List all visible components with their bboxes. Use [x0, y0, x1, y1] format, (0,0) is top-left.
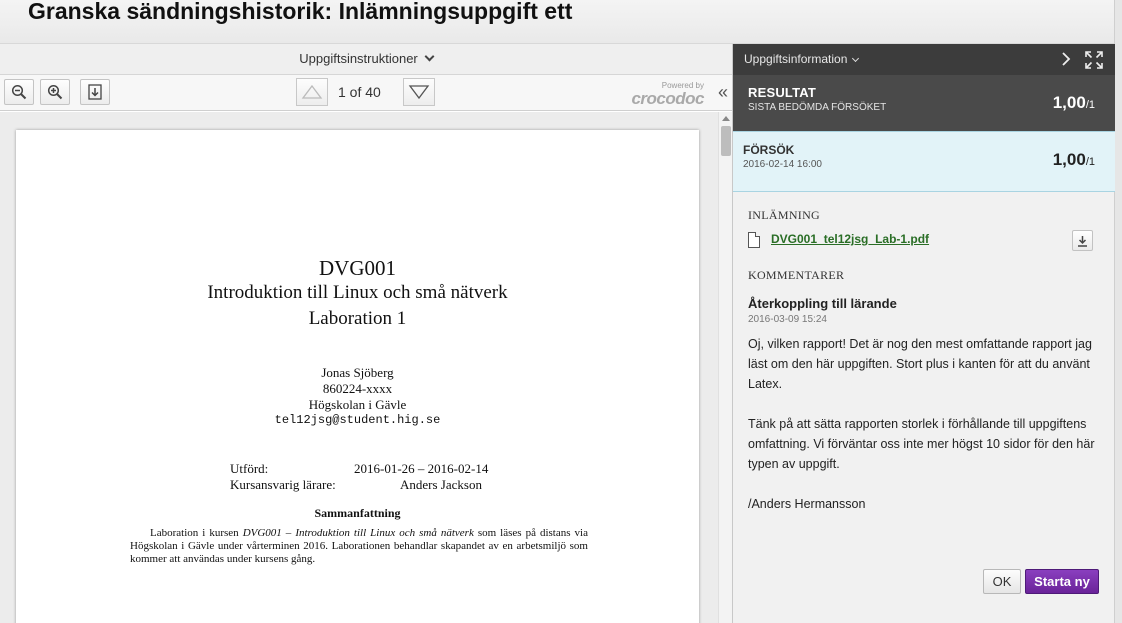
feedback-title: Återkoppling till lärande	[748, 296, 897, 311]
scroll-thumb[interactable]	[721, 126, 731, 156]
scroll-up-icon[interactable]	[722, 116, 730, 121]
doc-email: tel12jsg@student.hig.se	[274, 413, 441, 427]
chevron-right-icon[interactable]	[1059, 52, 1073, 66]
collapse-panel-button[interactable]: «	[713, 79, 733, 107]
instructions-toggle[interactable]: Uppgiftsinstruktioner	[0, 44, 732, 75]
attempt-grade-denominator: /1	[1085, 156, 1095, 168]
start-new-button[interactable]: Starta ny	[1025, 569, 1099, 594]
submission-file: DVG001_tel12jsg_Lab-1.pdf	[748, 230, 1098, 252]
document-page: DVG001 Introduktion till Linux och små n…	[16, 130, 699, 623]
app-root: Granska sändningshistorik: Inlämningsupp…	[0, 0, 1122, 623]
zoom-in-button[interactable]	[40, 79, 70, 105]
instructions-label: Uppgiftsinstruktioner	[299, 51, 418, 66]
viewer-toolbar: 1 of 40 Powered by crocodoc	[0, 75, 732, 111]
doc-abstract: Laboration i kursen DVG001 – Introduktio…	[130, 527, 588, 566]
attempt-date: 2016-02-14 16:00	[743, 159, 822, 170]
doc-lab-title: Laboration 1	[308, 308, 407, 329]
document-area: DVG001 Introduktion till Linux och små n…	[0, 112, 718, 623]
download-icon	[1078, 235, 1087, 247]
zoom-out-icon	[11, 84, 27, 100]
result-summary: RESULTAT SISTA BEDÖMDA FÖRSÖKET 1,00/1	[733, 75, 1115, 131]
result-grade: 1,00/1	[1053, 93, 1095, 113]
doc-performed-value: 2016-01-26 – 2016-02-14	[354, 461, 489, 476]
chevron-down-icon	[852, 54, 860, 63]
doc-teacher-value: Anders Jackson	[400, 477, 482, 492]
feedback-date: 2016-03-09 15:24	[748, 314, 827, 325]
doc-abstract-title: Sammanfattning	[314, 506, 401, 520]
doc-course-code: DVG001	[319, 256, 396, 280]
info-panel: Uppgiftsinformation RESULTAT SISTA BEDÖM…	[732, 44, 1115, 623]
doc-course-name: Introduktion till Linux och små nätverk	[207, 282, 508, 303]
prev-page-icon	[301, 84, 323, 99]
doc-performed-label: Utförd:	[230, 461, 269, 476]
chevron-down-icon	[424, 51, 435, 62]
page-indicator: 1 of 40	[338, 84, 381, 100]
doc-personal-id: 860224-xxxx	[322, 381, 393, 396]
attempt-row[interactable]: FÖRSÖK 2016-02-14 16:00 1,00/1	[733, 131, 1115, 192]
result-subtitle: SISTA BEDÖMDA FÖRSÖKET	[748, 102, 887, 113]
download-document-button[interactable]	[80, 79, 110, 105]
prev-page-button[interactable]	[296, 78, 328, 106]
attempt-grade: 1,00/1	[1053, 150, 1095, 170]
ok-button[interactable]: OK	[983, 569, 1021, 594]
abstract-pre: Laboration i kursen	[150, 527, 243, 539]
crocodoc-logo: Powered by crocodoc	[620, 81, 704, 108]
document-scrollbar[interactable]	[718, 112, 732, 623]
attempt-grade-value: 1,00	[1052, 150, 1086, 169]
result-title: RESULTAT	[748, 85, 817, 100]
info-panel-toggle[interactable]: Uppgiftsinformation	[744, 52, 860, 66]
feedback-paragraph-2: Tänk på att sätta rapporten storlek i fö…	[748, 417, 1095, 471]
result-grade-value: 1,00	[1052, 93, 1086, 112]
feedback-signature: /Anders Hermansson	[748, 497, 866, 511]
abstract-course: DVG001 – Introduktion till Linux och små…	[242, 527, 474, 539]
doc-author: Jonas Sjöberg	[321, 365, 394, 380]
crocodoc-brand: crocodoc	[631, 89, 704, 108]
next-page-button[interactable]	[403, 78, 435, 106]
page-scrollbar[interactable]	[1114, 0, 1122, 623]
file-icon	[748, 232, 760, 248]
attempt-title: FÖRSÖK	[743, 143, 795, 157]
title-bar: Granska sändningshistorik: Inlämningsupp…	[0, 0, 1114, 44]
download-file-button[interactable]	[1072, 230, 1093, 251]
result-grade-denominator: /1	[1085, 99, 1095, 111]
info-panel-title: Uppgiftsinformation	[744, 52, 848, 66]
fullscreen-icon[interactable]	[1085, 51, 1103, 69]
zoom-in-icon	[47, 84, 63, 100]
doc-teacher-label: Kursansvarig lärare:	[230, 477, 336, 492]
submission-heading: INLÄMNING	[748, 208, 821, 222]
info-panel-header: Uppgiftsinformation	[733, 44, 1115, 75]
doc-school: Högskolan i Gävle	[308, 397, 407, 412]
download-icon	[88, 84, 102, 100]
zoom-out-button[interactable]	[4, 79, 34, 105]
next-page-icon	[408, 85, 430, 100]
comments-heading: KOMMENTARER	[748, 268, 845, 282]
feedback-paragraph-1: Oj, vilken rapport! Det är nog den mest …	[748, 337, 1092, 391]
page-title: Granska sändningshistorik: Inlämningsupp…	[28, 0, 573, 24]
submission-file-link[interactable]: DVG001_tel12jsg_Lab-1.pdf	[771, 232, 929, 246]
